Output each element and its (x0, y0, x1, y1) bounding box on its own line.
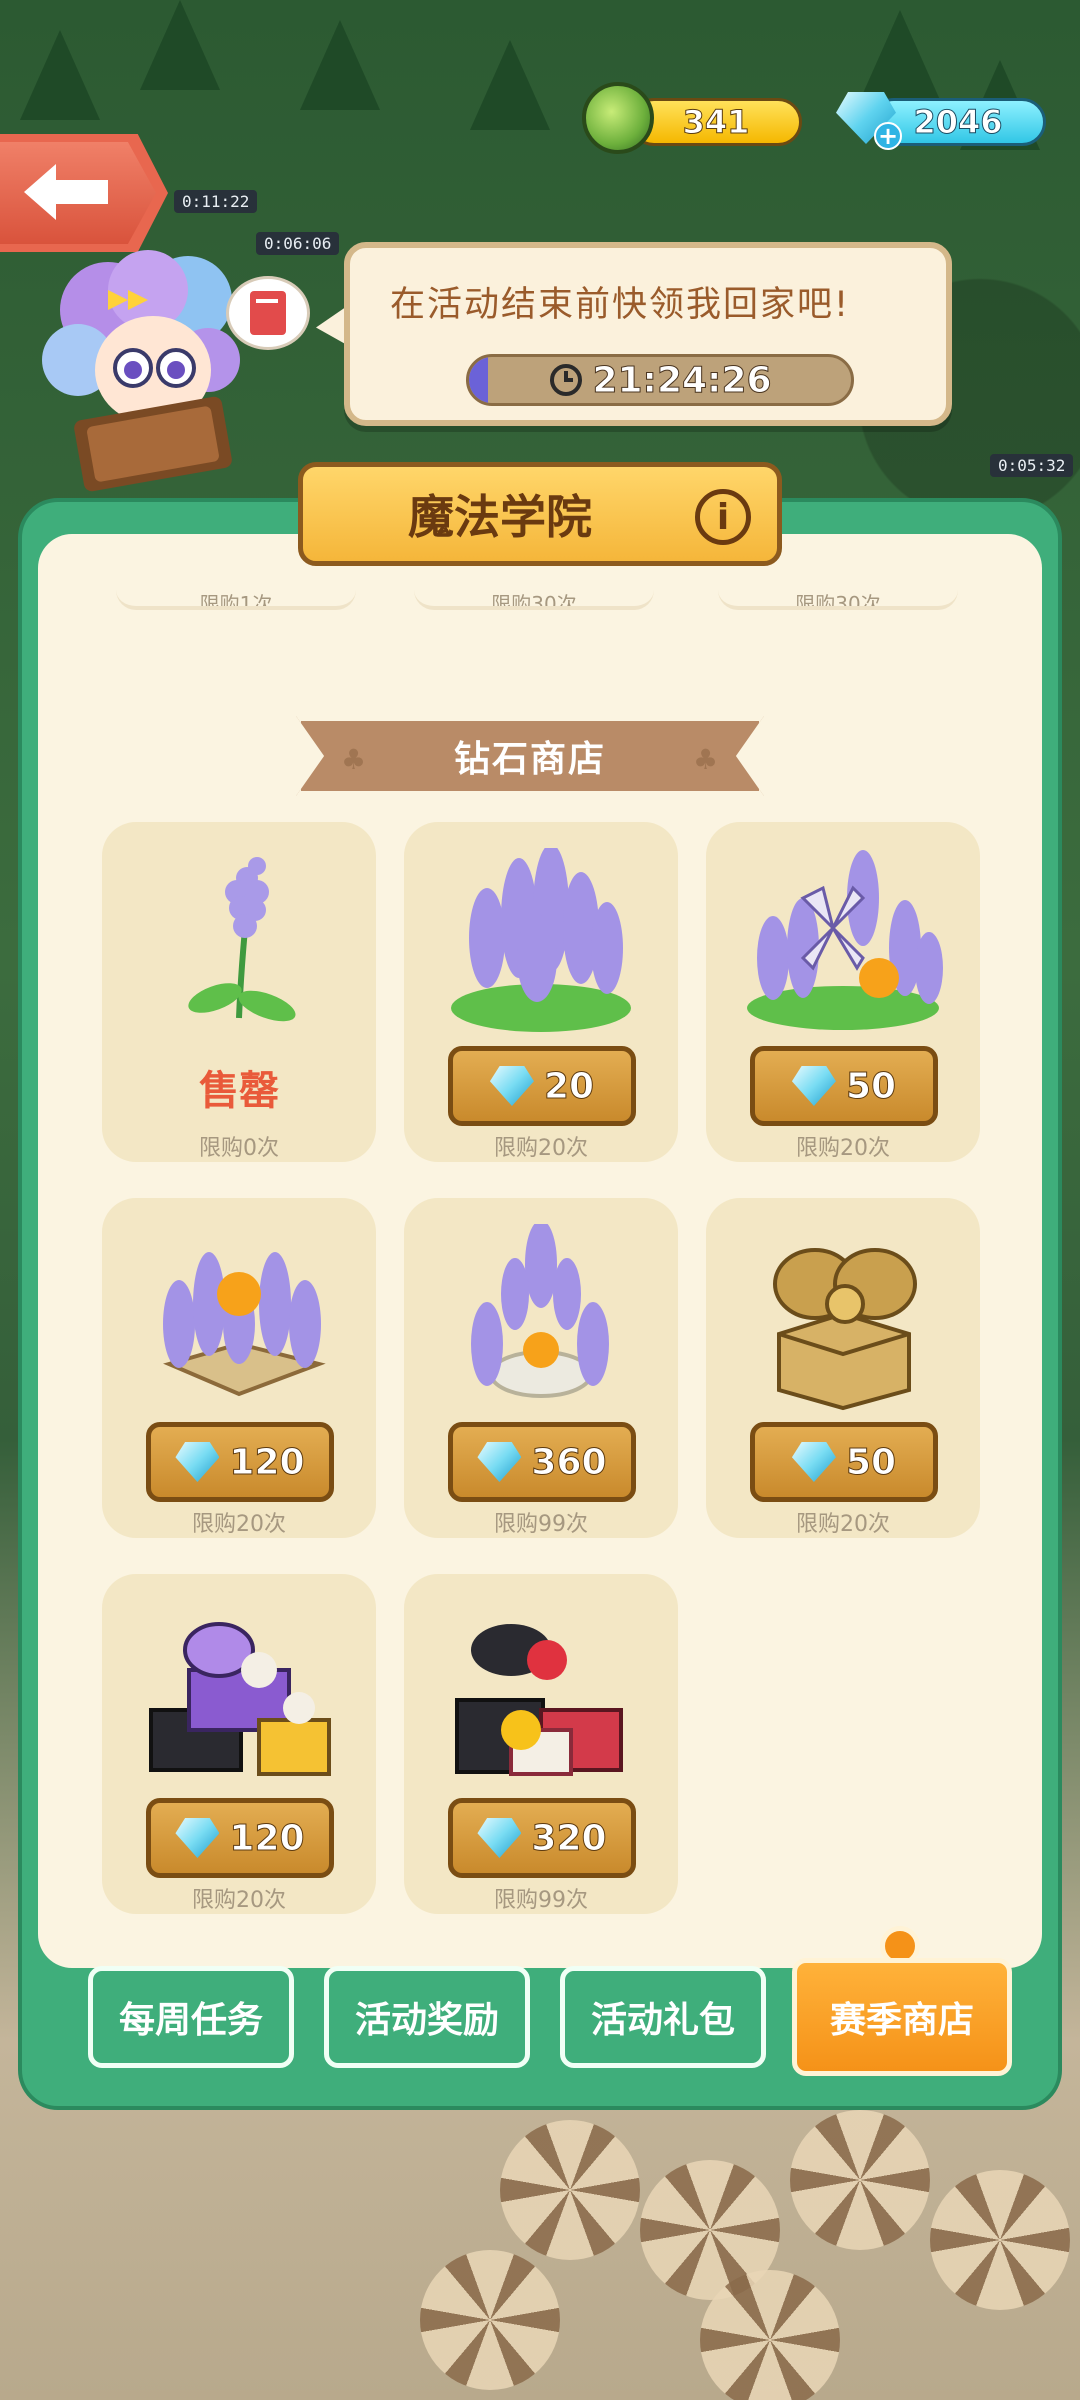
shop-item-card[interactable]: 120 限购20次 (102, 1198, 376, 1538)
clock-icon (550, 364, 583, 396)
book-icon (250, 291, 286, 335)
windmill-icon (420, 2250, 560, 2390)
gem-icon (175, 1442, 220, 1482)
tree-icon (20, 30, 100, 120)
book-bubble (226, 276, 310, 350)
windmill-icon (700, 2270, 840, 2400)
buy-button[interactable]: 360 (448, 1422, 636, 1502)
windmill-icon (930, 2170, 1070, 2310)
event-timer: 21:24:26 (466, 354, 854, 406)
tree-icon (860, 10, 940, 100)
lavender-windmill-icon (747, 850, 943, 1030)
sold-out-label: 售罄 (199, 1068, 279, 1114)
gem-icon (477, 1442, 522, 1482)
purchase-limit: 限购20次 (796, 1136, 890, 1161)
lavender-bush-icon (451, 848, 631, 1032)
gem-icon (477, 1818, 522, 1858)
back-arrow-icon (24, 164, 108, 220)
tab-event-packs[interactable]: 活动礼包 (560, 1966, 766, 2068)
building-timer: 0:06:06 (256, 232, 340, 255)
gold-counter: 341 (630, 98, 802, 146)
info-icon[interactable]: i (695, 489, 751, 545)
add-gems-button[interactable]: + (874, 122, 902, 150)
cut-off-limit: 限购30次 (414, 588, 654, 610)
buy-button[interactable]: 50 (750, 1422, 938, 1502)
tab-weekly-tasks[interactable]: 每周任务 (88, 1966, 294, 2068)
buy-button[interactable]: 320 (448, 1798, 636, 1878)
section-banner: ♣ 钻石商店 ♣ (296, 716, 764, 796)
building-timer: 0:05:32 (990, 454, 1074, 477)
buy-button[interactable]: 120 (146, 1798, 334, 1878)
purchase-limit: 限购20次 (494, 1136, 588, 1161)
lavender-fountain-icon (471, 1224, 609, 1398)
event-timer-text: 21:24:26 (592, 359, 772, 401)
gem-icon (175, 1818, 220, 1858)
leaf-pot-icon (582, 82, 654, 154)
golden-gift-box-icon (773, 1248, 917, 1411)
tab-event-rewards[interactable]: 活动奖励 (324, 1966, 530, 2068)
buy-button[interactable]: 20 (448, 1046, 636, 1126)
buy-button[interactable]: 120 (146, 1422, 334, 1502)
event-timer-progress (469, 357, 489, 403)
windmill-icon (500, 2120, 640, 2260)
shop-item-card[interactable]: 售罄 限购0次 (102, 822, 376, 1162)
clover-icon: ♣ (693, 743, 719, 776)
purchase-limit: 限购20次 (192, 1512, 286, 1537)
price-label: 120 (229, 1441, 305, 1483)
clover-icon: ♣ (341, 743, 367, 776)
tree-icon (470, 40, 550, 130)
purchase-limit: 限购99次 (494, 1888, 588, 1913)
shop-item-card[interactable]: 50 限购20次 (706, 822, 980, 1162)
tab-season-shop[interactable]: 赛季商店 (792, 1958, 1012, 2076)
purchase-limit: 限购20次 (192, 1888, 286, 1913)
speech-text: 在活动结束前快领我回家吧! (390, 285, 851, 325)
shop-item-card[interactable]: 20 限购20次 (404, 822, 678, 1162)
price-label: 50 (845, 1441, 897, 1483)
speech-bubble: 在活动结束前快领我回家吧! 21:24:26 (344, 242, 952, 426)
purple-gift-pile-icon (149, 1622, 331, 1776)
tree-icon (300, 20, 380, 110)
lavender-planter-icon (163, 1252, 326, 1397)
purchase-limit: 限购0次 (199, 1136, 279, 1161)
price-label: 120 (229, 1817, 305, 1859)
windmill-icon (790, 2110, 930, 2250)
red-gift-pile-icon (455, 1624, 623, 1776)
gold-amount: 341 (682, 103, 750, 142)
shop-item-card[interactable]: 120 限购20次 (102, 1574, 376, 1914)
purchase-limit: 限购20次 (796, 1512, 890, 1537)
buy-button[interactable]: 50 (750, 1046, 938, 1126)
single-lavender-icon (188, 857, 296, 1022)
gem-icon (791, 1066, 836, 1106)
purchase-limit: 限购99次 (494, 1512, 588, 1537)
shop-item-card[interactable]: 50 限购20次 (706, 1198, 980, 1538)
shop-item-card[interactable]: 320 限购99次 (404, 1574, 678, 1914)
cut-off-limit: 限购1次 (116, 588, 356, 610)
gem-icon (791, 1442, 836, 1482)
shop-item-card[interactable]: 360 限购99次 (404, 1198, 678, 1538)
cut-off-limit: 限购30次 (718, 588, 958, 610)
price-label: 20 (543, 1065, 595, 1107)
tree-icon (140, 0, 220, 90)
panel-title: 魔法学院 (408, 490, 592, 544)
price-label: 360 (531, 1441, 607, 1483)
gem-amount: 2046 (913, 103, 1003, 142)
price-label: 320 (531, 1817, 607, 1859)
mascot-girl-reading (42, 250, 240, 492)
section-title: 钻石商店 (453, 739, 606, 780)
panel-title-plate: 魔法学院 i (298, 462, 782, 566)
gem-icon (489, 1066, 534, 1106)
building-timer: 0:11:22 (174, 190, 258, 213)
price-label: 50 (845, 1065, 897, 1107)
